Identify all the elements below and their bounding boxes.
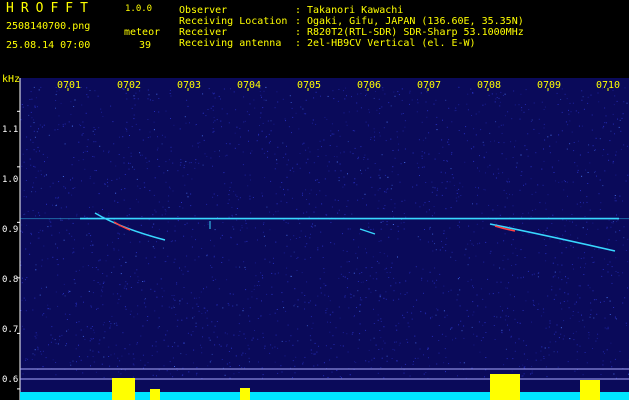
y-tick-0-6: 0.6 — [2, 375, 19, 385]
y-tick-0-9: 0.9 — [2, 225, 19, 235]
y-tick-1-0: 1.0 — [2, 175, 19, 185]
date-time: 25.08.14 07:00 — [6, 40, 91, 51]
x-tick-0708: 0708 — [477, 80, 502, 91]
hrofft-screen: HROFFT 1.0.0 2508140700.png 25.08.14 07:… — [0, 0, 629, 400]
info-row-observer: Observer : Takanori Kawachi — [179, 5, 599, 16]
y-axis-unit: kHz — [2, 74, 21, 85]
meteor-count: 39 — [139, 40, 152, 51]
amplitude-peak — [580, 380, 600, 400]
info-row-receiver: Receiver : R820T2(RTL-SDR) SDR-Sharp 53.… — [179, 27, 599, 38]
info-value: Takanori Kawachi — [307, 5, 404, 16]
station-info: Observer : Takanori Kawachi Receiving Lo… — [179, 5, 599, 49]
x-tick-0707: 0707 — [417, 80, 442, 91]
x-tick-0703: 0703 — [177, 80, 202, 91]
x-tick-0709: 0709 — [537, 80, 562, 91]
amplitude-peak — [490, 374, 520, 400]
info-key: Receiving Location — [179, 16, 288, 27]
meteor-label: meteor — [124, 27, 161, 38]
x-tick-0706: 0706 — [357, 80, 382, 91]
info-value: Ogaki, Gifu, JAPAN (136.60E, 35.35N) — [307, 16, 524, 27]
x-tick-0702: 0702 — [117, 80, 142, 91]
y-tick-1-1: 1.1 — [2, 125, 19, 135]
x-tick-0701: 0701 — [57, 80, 82, 91]
info-row-antenna: Receiving antenna : 2el-HB9CV Vertical (… — [179, 38, 599, 49]
info-key: Receiver — [179, 27, 228, 38]
file-name: 2508140700.png — [6, 21, 91, 32]
y-tick-0-7: 0.7 — [2, 325, 19, 335]
x-tick-0704: 0704 — [237, 80, 262, 91]
info-value: 2el-HB9CV Vertical (el. E-W) — [307, 38, 476, 49]
x-tick-0710: 0710 — [596, 80, 621, 91]
info-colon: : — [295, 38, 302, 49]
amplitude-peak — [150, 389, 160, 400]
amplitude-peak — [112, 378, 135, 400]
info-key: Receiving antenna — [179, 38, 282, 49]
y-tick-0-8: 0.8 — [2, 275, 19, 285]
info-value: R820T2(RTL-SDR) SDR-Sharp 53.1000MHz — [307, 27, 524, 38]
spectrogram-background — [20, 78, 629, 400]
info-row-location: Receiving Location : Ogaki, Gifu, JAPAN … — [179, 16, 599, 27]
x-tick-0705: 0705 — [297, 80, 322, 91]
info-colon: : — [295, 27, 302, 38]
info-colon: : — [295, 5, 302, 16]
app-title: HROFFT — [6, 1, 95, 16]
spectrogram — [17, 78, 629, 400]
app-version: 1.0.0 — [125, 4, 153, 14]
amplitude-baseline — [20, 392, 629, 400]
amplitude-peak — [240, 388, 250, 400]
info-colon: : — [295, 16, 302, 27]
info-key: Observer — [179, 5, 228, 16]
